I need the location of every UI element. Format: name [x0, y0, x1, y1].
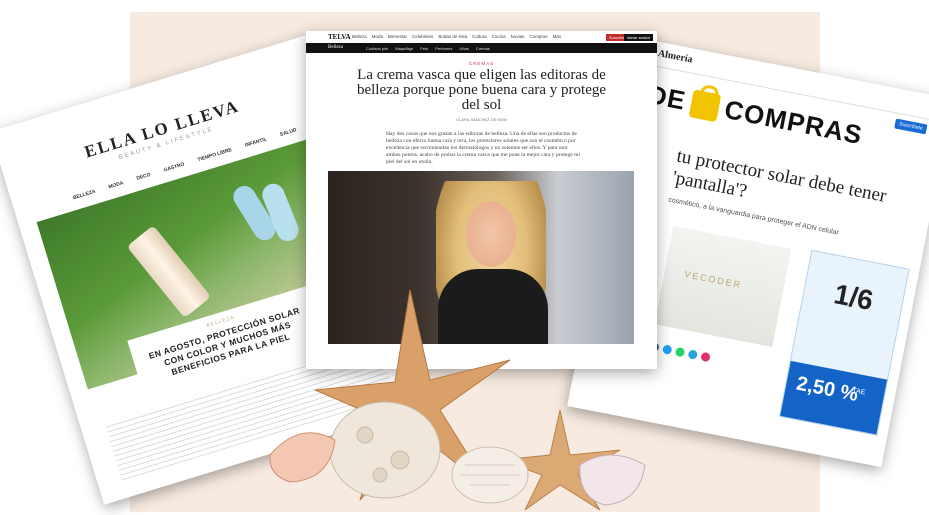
- section-nav-item[interactable]: Cuidado piel: [366, 46, 388, 51]
- byline: CLARA SÁNCHEZ DE MON: [456, 117, 507, 122]
- nav-item[interactable]: Celebrities: [412, 34, 433, 39]
- section-nav-item[interactable]: Perfumes: [435, 46, 452, 51]
- nav-item[interactable]: Bodas de ésta: [438, 34, 467, 39]
- section-nav-item[interactable]: Cremas: [476, 46, 490, 51]
- nav-item[interactable]: MODA: [108, 180, 124, 190]
- murex-shell: [579, 454, 646, 506]
- ad-rate: 2,50 %: [794, 372, 860, 407]
- section-label[interactable]: Belleza: [328, 45, 343, 50]
- bank-ad[interactable]: 1/6 2,50 % TAE: [779, 249, 910, 436]
- scallop-shell: [451, 446, 529, 504]
- nav-item[interactable]: Cultura: [472, 34, 487, 39]
- section-nav: Cuidado piel Maquillaje Pelo Perfumes Uñ…: [366, 46, 490, 51]
- nav-item[interactable]: Compras: [529, 34, 547, 39]
- share-icon[interactable]: [700, 351, 711, 363]
- telva-logo[interactable]: TELVA: [328, 33, 351, 41]
- nav-item[interactable]: Belleza: [352, 34, 367, 39]
- section-bar: Belleza Cuidado piel Maquillaje Pelo Per…: [306, 43, 657, 53]
- face: [466, 201, 516, 267]
- top-nav: Belleza Moda Bienestar Celebrities Bodas…: [352, 34, 561, 39]
- coral: [329, 401, 441, 499]
- nav-item[interactable]: Moda: [372, 34, 383, 39]
- shopping-bag-icon: [688, 88, 722, 122]
- ad-rate-box: 2,50 % TAE: [780, 360, 888, 435]
- nav-item[interactable]: SALUD: [279, 127, 297, 138]
- nav-item[interactable]: TIEMPO LIBRE: [197, 147, 233, 163]
- nav-item[interactable]: Cocina: [492, 34, 506, 39]
- nav-item[interactable]: Bienestar: [388, 34, 407, 39]
- kicker: CREMAS: [468, 61, 495, 66]
- section-nav-item[interactable]: Pelo: [420, 46, 428, 51]
- ad-risk-number: 1/6: [831, 278, 876, 317]
- subscribe-button[interactable]: Suscríbete: [894, 118, 928, 135]
- section-nav-item[interactable]: Maquillaje: [395, 46, 413, 51]
- product-brand-text: VECODER: [683, 269, 743, 291]
- sunscreen-tube: [126, 225, 212, 319]
- article-title: La crema vasca que eligen las editoras d…: [356, 67, 607, 113]
- seashells-starfish-group: [269, 289, 646, 511]
- nav-item[interactable]: INFANTIL: [244, 136, 267, 148]
- nav-item[interactable]: GASTRO: [163, 162, 185, 174]
- telegram-icon[interactable]: [687, 349, 699, 360]
- section-nav-item[interactable]: Uñas: [459, 46, 468, 51]
- login-button[interactable]: Iniciar sesión: [623, 34, 653, 41]
- nav-item[interactable]: BELLEZA: [72, 189, 96, 201]
- nav-item[interactable]: DECO: [136, 172, 152, 182]
- conch-shell: [269, 432, 336, 483]
- nav-item[interactable]: Novias: [511, 34, 525, 39]
- nav-item[interactable]: Más: [553, 34, 562, 39]
- article-lead: Hay dos cosas que nos gustan a las edito…: [386, 131, 580, 165]
